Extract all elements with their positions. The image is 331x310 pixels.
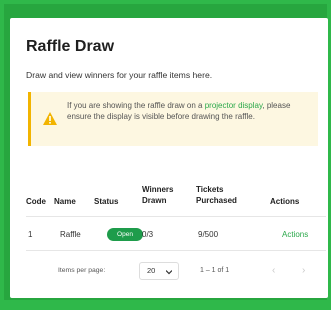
projector-display-link[interactable]: projector display (205, 101, 263, 110)
raffle-draw-card: Raffle Draw Draw and view winners for yo… (10, 18, 328, 298)
column-header-actions: Actions (270, 197, 300, 206)
frame-border-bottom (0, 300, 331, 310)
table-row-divider (26, 250, 326, 251)
cell-winners-drawn: 0/3 (142, 230, 154, 239)
column-header-tickets-purchased: Tickets Purchased (196, 185, 237, 205)
cell-name: Raffle (60, 230, 81, 239)
items-per-page-select[interactable]: 20 (139, 262, 179, 280)
status-badge: Open (107, 228, 143, 241)
column-header-winners-drawn: Winners Drawn (142, 185, 174, 205)
warning-triangle-icon (43, 112, 57, 125)
warning-text-before: If you are showing the raffle draw on a (67, 101, 205, 110)
row-actions-button[interactable]: Actions (282, 230, 308, 239)
column-header-name: Name (54, 197, 76, 206)
items-per-page-value: 20 (147, 266, 156, 275)
page-title: Raffle Draw (26, 38, 115, 55)
table-header-divider (26, 216, 326, 217)
pagination-bar: Items per page: 20 1 – 1 of 1 ‹ › (26, 256, 326, 288)
page-subtitle: Draw and view winners for your raffle it… (26, 70, 213, 80)
cell-tickets-purchased: 9/500 (198, 230, 219, 239)
pagination-range: 1 – 1 of 1 (200, 267, 230, 274)
chevron-right-icon[interactable]: › (302, 265, 312, 276)
column-header-status: Status (94, 197, 119, 206)
projector-warning-banner: If you are showing the raffle draw on a … (28, 92, 318, 146)
column-header-code: Code (26, 197, 46, 206)
warning-message: If you are showing the raffle draw on a … (67, 100, 312, 122)
items-per-page-label: Items per page: (58, 267, 106, 274)
cell-code: 1 (28, 230, 33, 239)
chevron-down-icon (166, 270, 172, 275)
chevron-left-icon[interactable]: ‹ (272, 265, 282, 276)
